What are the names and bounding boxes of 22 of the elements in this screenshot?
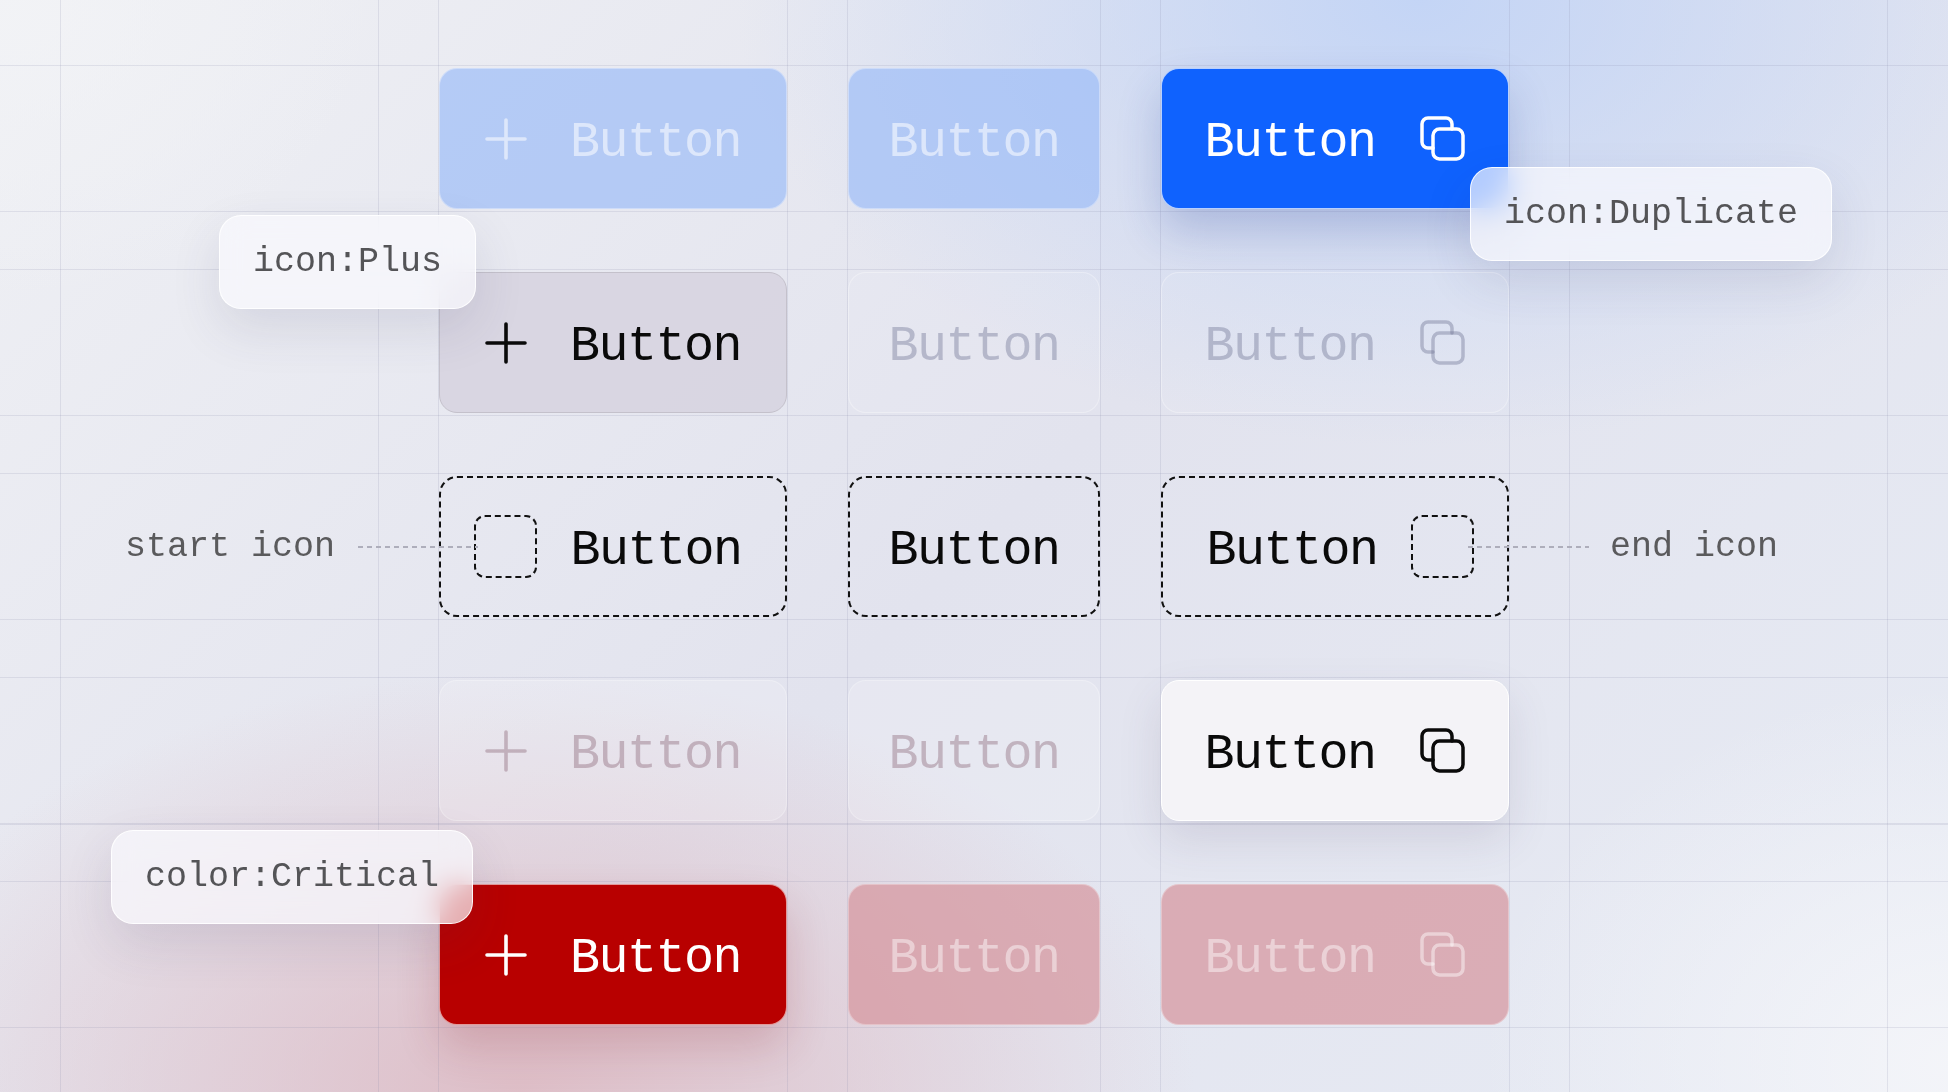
annotation-chip: icon:Duplicate xyxy=(1470,167,1833,261)
plus-icon xyxy=(485,321,527,364)
button[interactable]: Button xyxy=(1161,68,1509,209)
button[interactable]: Button xyxy=(1161,680,1509,821)
copy-icon xyxy=(1418,727,1466,774)
callout-label: end icon xyxy=(1610,526,1779,567)
button[interactable]: Button xyxy=(1161,476,1509,617)
copy-icon xyxy=(1418,115,1466,162)
plus-icon xyxy=(485,729,527,772)
button[interactable]: Button xyxy=(439,476,787,617)
button[interactable]: Button xyxy=(848,476,1100,617)
placeholder-icon xyxy=(1410,515,1474,578)
button[interactable]: Button xyxy=(439,272,787,413)
annotation-chip: icon:Plus xyxy=(219,215,477,309)
button[interactable]: Button xyxy=(439,884,787,1025)
copy-icon xyxy=(1418,931,1466,978)
callout-label: start icon xyxy=(124,526,335,567)
placeholder-icon xyxy=(474,515,538,578)
annotation-chip: color:Critical xyxy=(111,830,474,924)
copy-icon xyxy=(1418,319,1466,366)
plus-icon xyxy=(485,117,527,160)
plus-icon xyxy=(485,933,527,976)
